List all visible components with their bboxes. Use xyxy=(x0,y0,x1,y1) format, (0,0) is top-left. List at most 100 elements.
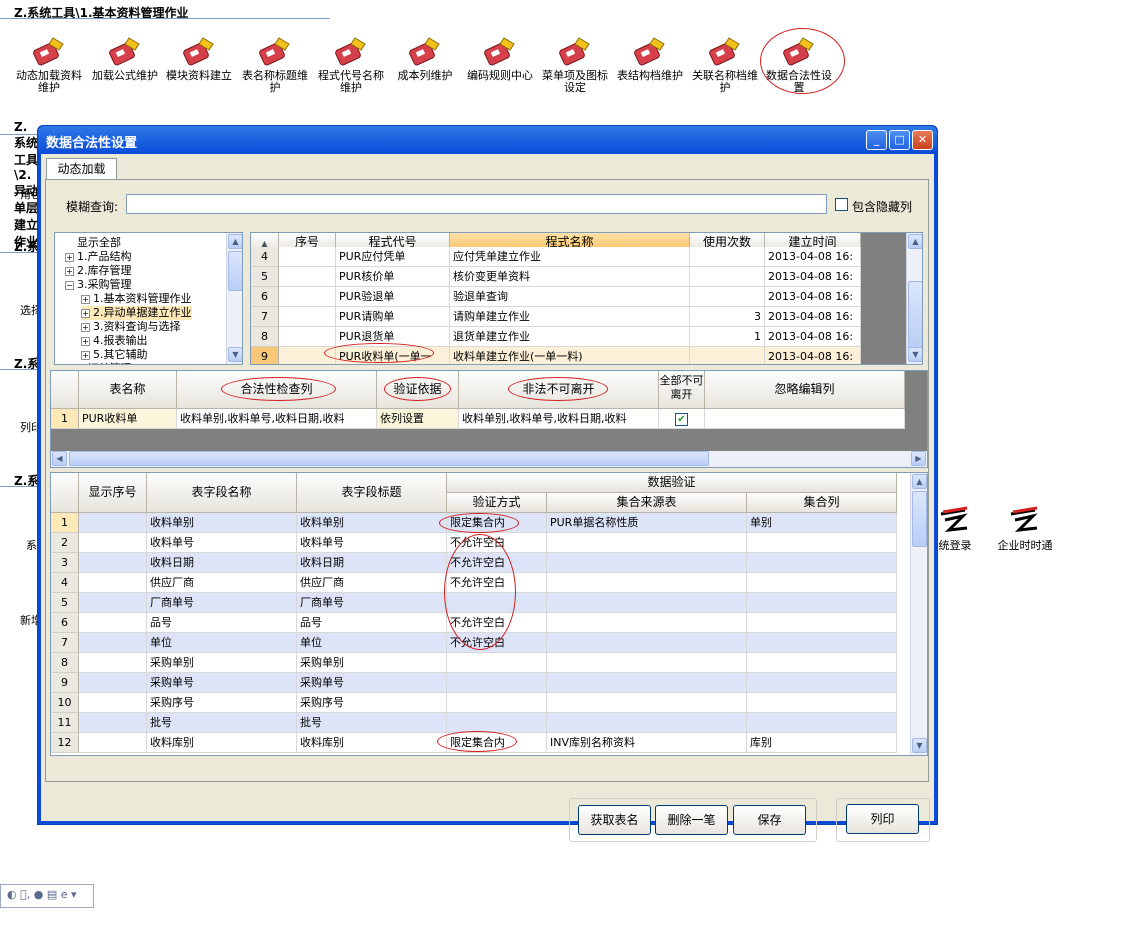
tool-button[interactable]: 加载公式维护 xyxy=(88,30,162,82)
cell-title[interactable]: 批号 xyxy=(297,713,447,733)
cell-order[interactable] xyxy=(79,633,147,653)
title-bar[interactable]: 数据合法性设置 _ □ ✕ xyxy=(38,126,937,154)
taskbar-tray[interactable]: ◐ ﾟ, ● ▤ e ▾ xyxy=(0,884,94,908)
cell-title[interactable]: 采购单别 xyxy=(297,653,447,673)
cell-title[interactable]: 收料单别 xyxy=(297,513,447,533)
table-grid-hscrollbar[interactable]: ◀ ▶ xyxy=(51,451,927,467)
cell-method[interactable] xyxy=(447,593,547,613)
close-button[interactable]: ✕ xyxy=(912,130,933,150)
column-header[interactable]: 集合来源表 xyxy=(547,493,747,513)
column-header[interactable]: 表字段标题 xyxy=(297,473,447,513)
cell-code[interactable]: PUR核价单 xyxy=(336,267,450,287)
cell-source[interactable] xyxy=(547,593,747,613)
cell-ignore[interactable] xyxy=(705,409,905,429)
cell-field[interactable]: 收料单号 xyxy=(147,533,297,553)
cell-col[interactable]: 库别 xyxy=(747,733,897,753)
scroll-thumb[interactable] xyxy=(912,491,927,547)
field-grid-scrollbar[interactable]: ▲ ▼ xyxy=(910,473,927,755)
cell-n[interactable] xyxy=(279,247,336,267)
tool-button[interactable]: 编码规则中心 xyxy=(463,30,537,82)
cell-order[interactable] xyxy=(79,553,147,573)
tree-item[interactable]: +2.库存管理 xyxy=(65,264,132,278)
tree-item[interactable]: 显示全部 xyxy=(65,236,121,250)
cell-order[interactable] xyxy=(79,733,147,753)
cell-name[interactable]: 请购单建立作业 xyxy=(450,307,690,327)
tree-item[interactable]: +3.资料查询与选择 xyxy=(81,320,181,334)
cell-code[interactable]: PUR验退单 xyxy=(336,287,450,307)
row-number[interactable]: 7 xyxy=(251,307,279,327)
expander-icon[interactable]: + xyxy=(81,322,90,332)
cell-col[interactable] xyxy=(747,573,897,593)
cell-n[interactable] xyxy=(279,267,336,287)
row-number[interactable]: 8 xyxy=(251,327,279,347)
cell-table[interactable]: PUR收料单 xyxy=(79,409,177,429)
cell-order[interactable] xyxy=(79,573,147,593)
scroll-up-icon[interactable]: ▲ xyxy=(908,234,922,249)
cell-source[interactable] xyxy=(547,573,747,593)
program-grid-scrollbar[interactable]: ▲ ▼ xyxy=(906,233,922,364)
cell-n[interactable] xyxy=(279,347,336,364)
cell-method[interactable]: 不允许空白 xyxy=(447,613,547,633)
cell-col[interactable]: 单别 xyxy=(747,513,897,533)
cell-col[interactable] xyxy=(747,533,897,553)
cell-uses[interactable] xyxy=(690,267,765,287)
row-number[interactable]: 6 xyxy=(251,287,279,307)
cell-order[interactable] xyxy=(79,693,147,713)
cell-uses[interactable] xyxy=(690,247,765,267)
row-number[interactable]: 8 xyxy=(51,653,79,673)
table-grid[interactable]: 表名称 合法性检查列 验证依据 非法不可离开 全部不可离开 忽略编辑列 1 PUR收料单 收料单… xyxy=(50,370,928,468)
cell-method[interactable]: 不允许空白 xyxy=(447,533,547,553)
cell-method[interactable] xyxy=(447,673,547,693)
cell-title[interactable]: 收料库别 xyxy=(297,733,447,753)
expander-icon[interactable]: + xyxy=(65,266,74,276)
scroll-down-icon[interactable]: ▼ xyxy=(908,347,922,362)
cell-n[interactable] xyxy=(279,287,336,307)
cell-uses[interactable]: 3 xyxy=(690,307,765,327)
row-number[interactable]: 9 xyxy=(51,673,79,693)
include-hidden-checkbox[interactable] xyxy=(835,198,848,211)
tool-button[interactable]: 菜单项及图标设定 xyxy=(538,30,612,94)
cell-order[interactable] xyxy=(79,713,147,733)
cell-name[interactable]: 退货单建立作业 xyxy=(450,327,690,347)
cell-field[interactable]: 收料单别 xyxy=(147,513,297,533)
tool-button[interactable]: 表名称标题维护 xyxy=(238,30,312,94)
cell-col[interactable] xyxy=(747,613,897,633)
cell-time[interactable]: 2013-04-08 16: xyxy=(765,247,861,267)
cell-order[interactable] xyxy=(79,613,147,633)
cell-order[interactable] xyxy=(79,533,147,553)
tab-dynamic-load[interactable]: 动态加载 xyxy=(46,158,117,180)
row-number[interactable]: 10 xyxy=(51,693,79,713)
cell-order[interactable] xyxy=(79,513,147,533)
tool-button[interactable]: 表结构档维护 xyxy=(613,30,687,82)
cell-order[interactable] xyxy=(79,653,147,673)
scroll-down-icon[interactable]: ▼ xyxy=(228,347,242,362)
row-number[interactable]: 12 xyxy=(51,733,79,753)
row-number[interactable]: 4 xyxy=(251,247,279,267)
cell-method[interactable] xyxy=(447,653,547,673)
cell-n[interactable] xyxy=(279,307,336,327)
cell-source[interactable] xyxy=(547,533,747,553)
cell-field[interactable]: 收料库别 xyxy=(147,733,297,753)
cell-col[interactable] xyxy=(747,673,897,693)
cell-uses[interactable] xyxy=(690,347,765,364)
cell-field[interactable]: 供应厂商 xyxy=(147,573,297,593)
cell-method[interactable]: 不允许空白 xyxy=(447,573,547,593)
column-header[interactable]: 验证方式 xyxy=(447,493,547,513)
cell-method[interactable] xyxy=(447,693,547,713)
corner-cell[interactable] xyxy=(51,371,79,409)
cell-col[interactable] xyxy=(747,713,897,733)
search-input[interactable] xyxy=(126,194,827,214)
column-header[interactable]: 表名称 xyxy=(79,371,177,409)
cell-code[interactable]: PUR请购单 xyxy=(336,307,450,327)
row-number[interactable]: 4 xyxy=(51,573,79,593)
scroll-thumb[interactable] xyxy=(908,281,922,349)
cell-col[interactable] xyxy=(747,553,897,573)
cell-time[interactable]: 2013-04-08 16: xyxy=(765,307,861,327)
cell-field[interactable]: 收料日期 xyxy=(147,553,297,573)
cell-no_leave[interactable]: 收料单别,收料单号,收料日期,收料 xyxy=(459,409,659,429)
cell-col[interactable] xyxy=(747,593,897,613)
scroll-up-icon[interactable]: ▲ xyxy=(912,474,927,489)
cell-source[interactable] xyxy=(547,673,747,693)
column-header[interactable]: 验证依据 xyxy=(377,371,459,409)
cell-col[interactable] xyxy=(747,693,897,713)
